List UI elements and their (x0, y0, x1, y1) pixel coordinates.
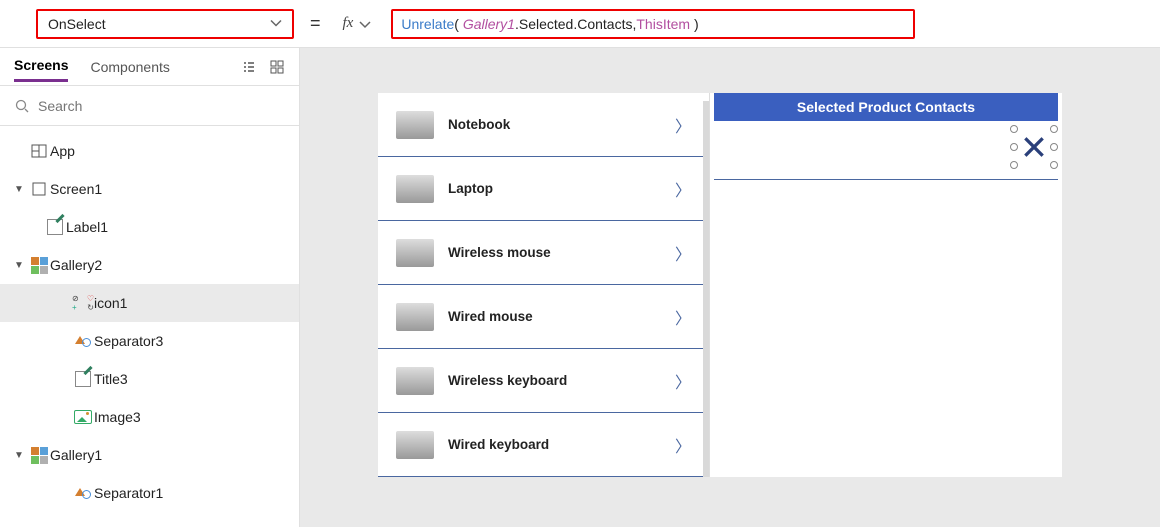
canvas-area: Notebook〉 Laptop〉 Wireless mouse〉 Wired … (300, 48, 1160, 527)
property-dropdown[interactable]: OnSelect (36, 9, 294, 39)
tree-node-gallery1[interactable]: ▼ Gallery1 (0, 436, 299, 474)
resize-handle[interactable] (1010, 161, 1018, 169)
gallery-row[interactable]: Laptop〉 (378, 157, 709, 221)
resize-handle[interactable] (1010, 125, 1018, 133)
resize-handle[interactable] (1010, 143, 1018, 151)
resize-handle[interactable] (1050, 125, 1058, 133)
tree-node-label1[interactable]: Label1 (0, 208, 299, 246)
icongroup-icon: ⊘♡+↻ (72, 294, 94, 312)
gallery-row[interactable]: Wireless keyboard〉 (378, 349, 709, 413)
cancel-icon[interactable] (1014, 129, 1054, 165)
app-preview: Notebook〉 Laptop〉 Wireless mouse〉 Wired … (378, 93, 1062, 477)
selected-control[interactable] (1014, 129, 1054, 165)
chevron-right-icon[interactable]: 〉 (675, 113, 691, 137)
tab-screens[interactable]: Screens (14, 51, 68, 82)
screen-icon (28, 181, 50, 197)
chevron-right-icon[interactable]: 〉 (675, 433, 691, 457)
tree-node-image3[interactable]: Image3 (0, 398, 299, 436)
contacts-header: Selected Product Contacts (714, 93, 1058, 121)
product-thumb (396, 431, 434, 459)
resize-handle[interactable] (1050, 161, 1058, 169)
tree-node-screen1[interactable]: ▼ Screen1 (0, 170, 299, 208)
chevron-right-icon[interactable]: 〉 (675, 369, 691, 393)
formula-path: .Selected.Contacts, (515, 16, 636, 32)
chevron-right-icon[interactable]: 〉 (675, 305, 691, 329)
caret-down-icon: ▼ (14, 184, 28, 195)
search-row (0, 86, 299, 126)
tree-pane: Screens Components App ▼ Screen1 (0, 48, 300, 527)
formula-this: ThisItem (636, 16, 690, 32)
product-gallery[interactable]: Notebook〉 Laptop〉 Wireless mouse〉 Wired … (378, 93, 710, 477)
chevron-down-icon (268, 14, 284, 33)
tree-node-app[interactable]: App (0, 132, 299, 170)
formula-input[interactable]: Unrelate( Gallery1.Selected.Contacts, Th… (391, 9, 915, 39)
gallery-row[interactable]: Wired mouse〉 (378, 285, 709, 349)
caret-down-icon: ▼ (14, 260, 28, 271)
gallery-row[interactable]: Notebook〉 (378, 93, 709, 157)
tree-node-title3[interactable]: Title3 (0, 360, 299, 398)
gallery-icon (28, 447, 50, 464)
chevron-right-icon[interactable]: 〉 (675, 241, 691, 265)
tab-bar: Screens Components (0, 48, 299, 86)
tree-node-gallery2[interactable]: ▼ Gallery2 (0, 246, 299, 284)
tree-node-separator1[interactable]: Separator1 (0, 474, 299, 512)
search-icon (14, 98, 30, 114)
chevron-right-icon[interactable]: 〉 (675, 177, 691, 201)
label-icon (44, 219, 66, 235)
formula-bar: OnSelect = fx Unrelate( Gallery1.Selecte… (0, 0, 1160, 48)
tree-node-icon1[interactable]: ⊘♡+↻ icon1 (0, 284, 299, 322)
fx-icon: fx (343, 15, 354, 32)
contacts-panel: Selected Product Contacts (710, 93, 1062, 477)
formula-fn: Unrelate (401, 16, 454, 32)
formula-obj: Gallery1 (463, 16, 515, 32)
tab-components[interactable]: Components (90, 53, 169, 81)
gallery-row[interactable]: Wireless mouse〉 (378, 221, 709, 285)
product-thumb (396, 111, 434, 139)
chevron-down-icon (357, 16, 373, 32)
product-thumb (396, 303, 434, 331)
list-icon[interactable] (241, 59, 257, 75)
property-name: OnSelect (48, 16, 106, 32)
separator-icon (72, 488, 94, 499)
label-icon (72, 371, 94, 387)
separator-icon (72, 336, 94, 347)
product-thumb (396, 367, 434, 395)
gallery-icon (28, 257, 50, 274)
grid-icon[interactable] (269, 59, 285, 75)
equals-label: = (306, 13, 325, 34)
product-thumb (396, 239, 434, 267)
contacts-area (710, 121, 1062, 477)
tree-view: App ▼ Screen1 Label1 ▼ Gallery2 ⊘♡+↻ ico… (0, 126, 299, 527)
tree-node-separator3[interactable]: Separator3 (0, 322, 299, 360)
fx-button[interactable]: fx (337, 15, 380, 32)
product-thumb (396, 175, 434, 203)
app-icon (28, 143, 50, 159)
gallery-row[interactable]: Wired keyboard〉 (378, 413, 709, 477)
search-input[interactable] (38, 98, 285, 114)
resize-handle[interactable] (1050, 143, 1058, 151)
caret-down-icon: ▼ (14, 450, 28, 461)
image-icon (72, 410, 94, 424)
separator-line (714, 179, 1058, 180)
